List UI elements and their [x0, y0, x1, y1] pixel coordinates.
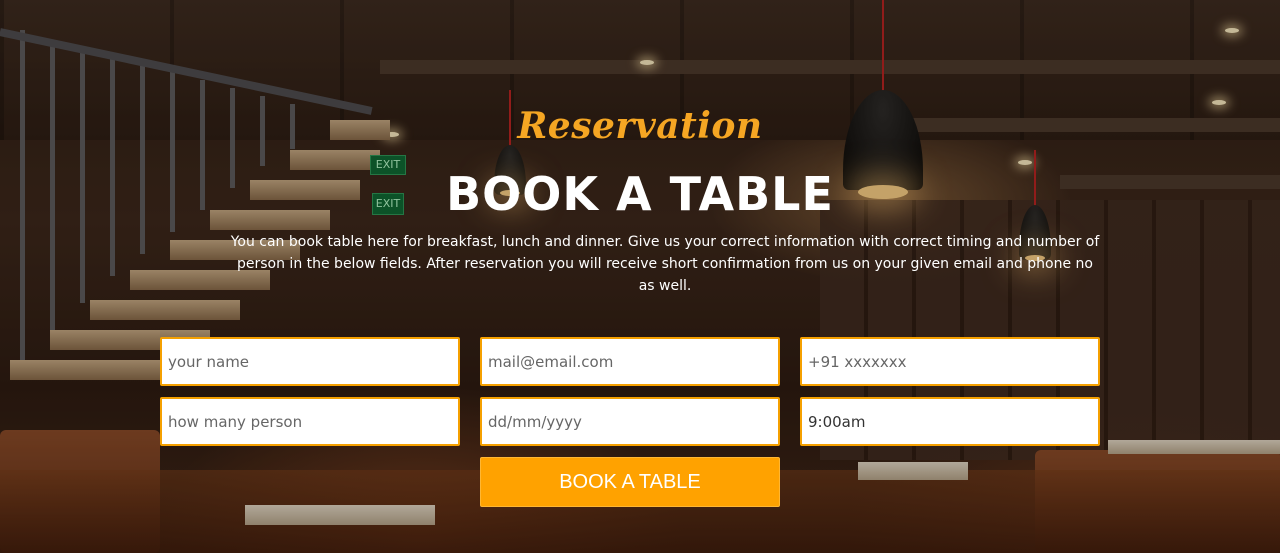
- time-input[interactable]: [800, 397, 1100, 446]
- page-title: BOOK A TABLE: [446, 167, 834, 221]
- reservation-description: You can book table here for breakfast, l…: [230, 234, 1100, 294]
- book-table-button[interactable]: BOOK A TABLE: [480, 457, 780, 507]
- name-input[interactable]: [160, 337, 460, 386]
- persons-input[interactable]: [160, 397, 460, 446]
- date-input[interactable]: [480, 397, 780, 446]
- email-input[interactable]: [480, 337, 780, 386]
- phone-input[interactable]: [800, 337, 1100, 386]
- section-subtitle: Reservation: [517, 105, 763, 147]
- reservation-content: Reservation BOOK A TABLE You can book ta…: [0, 0, 1280, 553]
- reservation-section: EXIT EXIT Reservation BOOK A TABLE You c…: [0, 0, 1280, 553]
